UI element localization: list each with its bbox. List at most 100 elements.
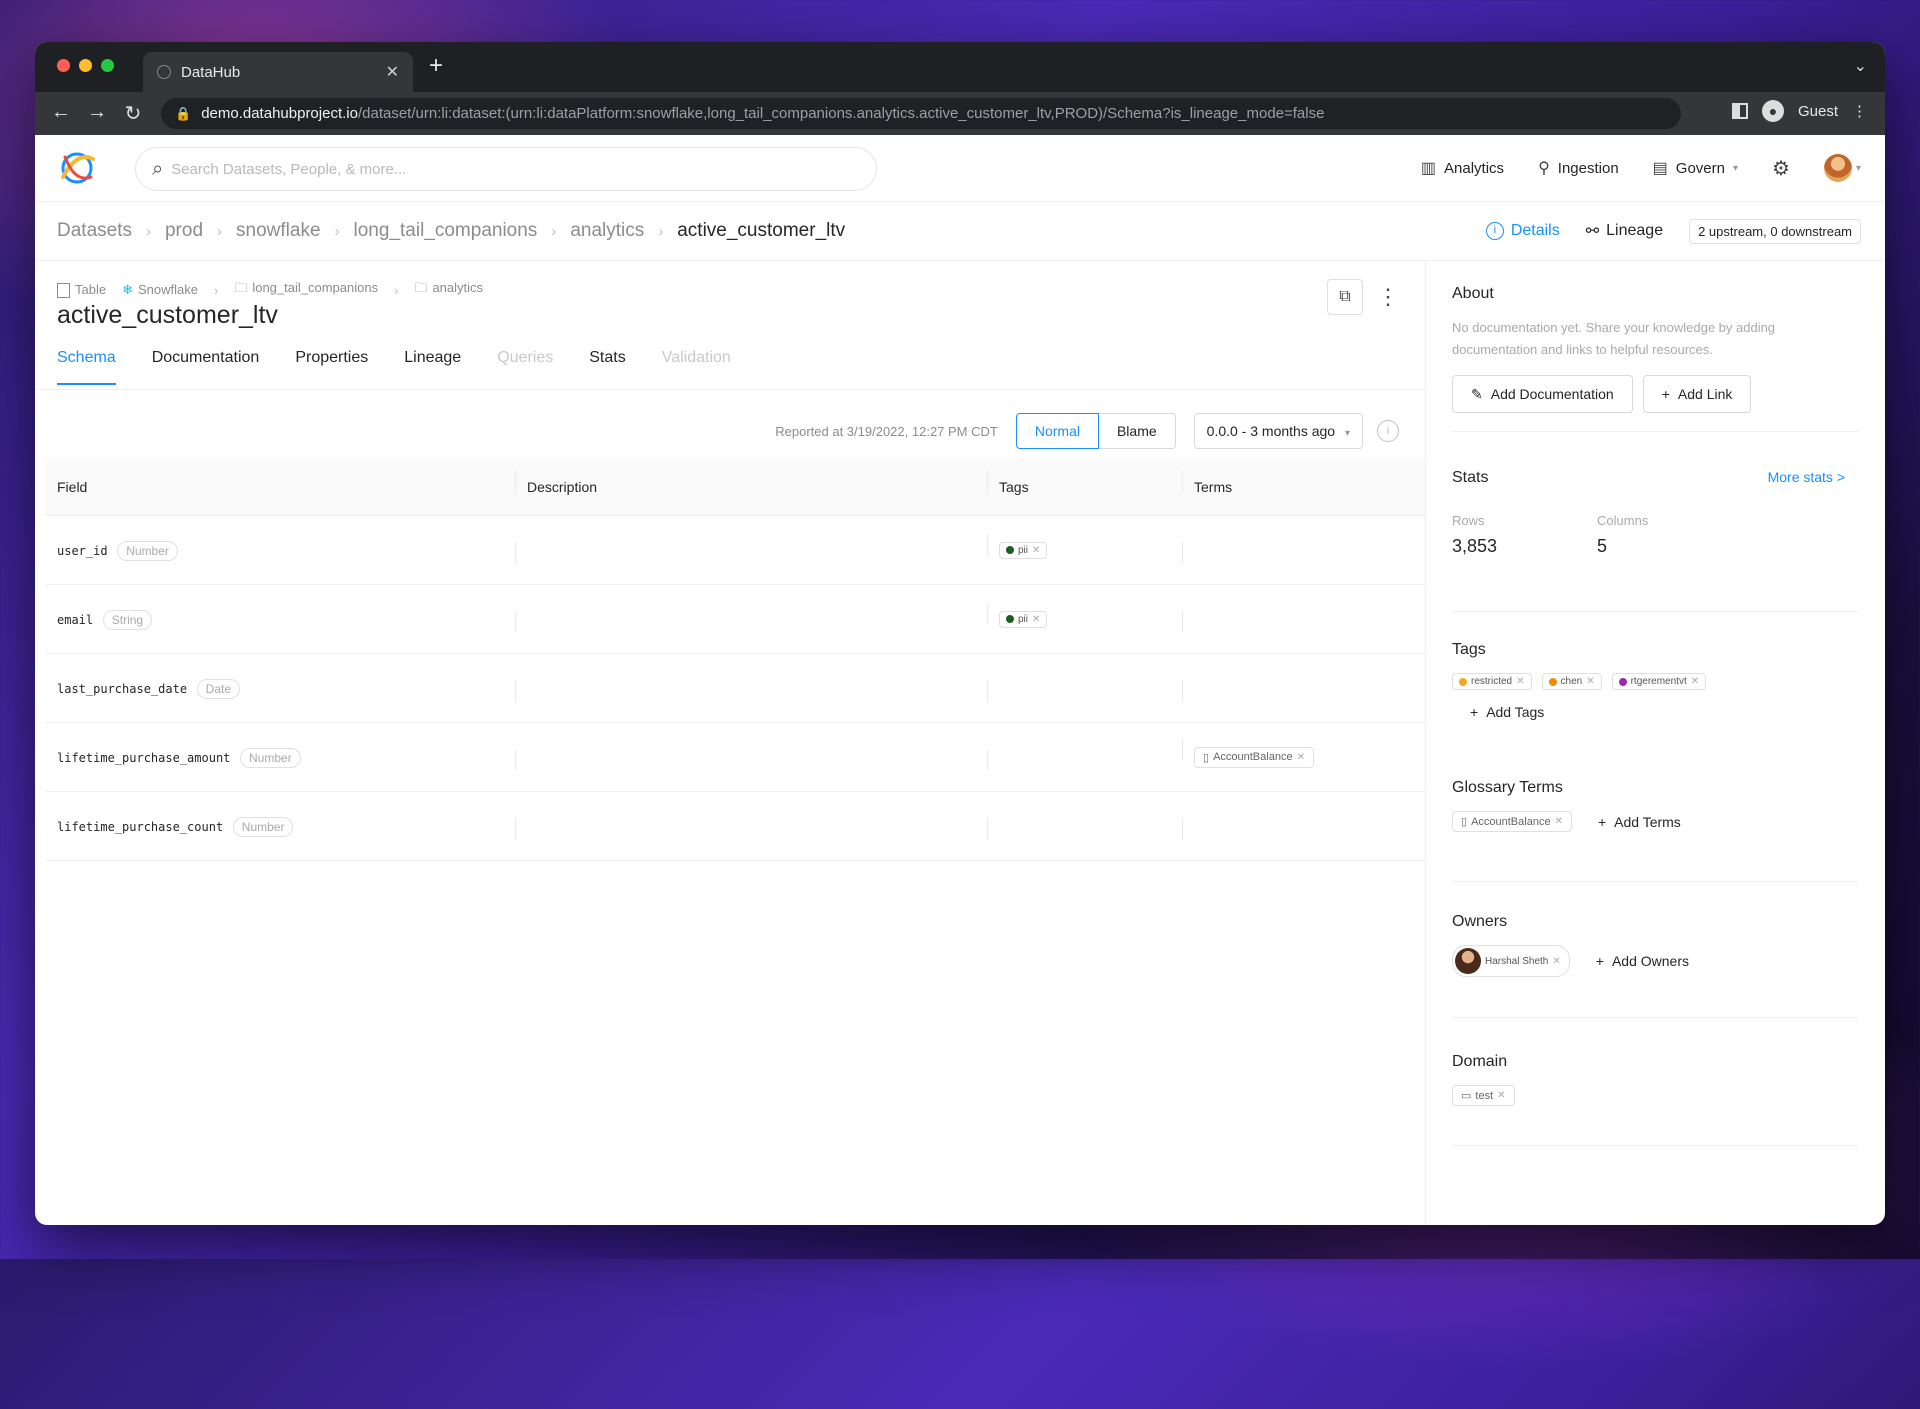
new-tab-icon[interactable]: + — [429, 52, 443, 80]
tab-queries: Queries — [497, 349, 554, 366]
tab-documentation[interactable]: Documentation — [152, 349, 260, 385]
add-terms-button[interactable]: + Add Terms — [1598, 814, 1681, 830]
profile-icon[interactable]: ● — [1761, 100, 1784, 122]
columns-value: 5 — [1597, 536, 1608, 556]
tag-chen[interactable]: chen ✕ — [1541, 673, 1602, 690]
tab-menu-chevron-icon[interactable]: ⌄ — [1854, 56, 1867, 76]
term-accountbalance[interactable]: ▯ AccountBalance ✕ — [1452, 811, 1572, 832]
field-name: user_id — [57, 543, 108, 558]
tag-pii[interactable]: pii ✕ — [999, 610, 1048, 628]
close-icon[interactable]: ✕ — [1586, 676, 1594, 687]
lineage-toggle[interactable]: ⚯ Lineage — [1586, 221, 1663, 241]
close-icon[interactable]: ✕ — [1032, 614, 1040, 625]
header-field[interactable]: Field — [45, 479, 515, 495]
breadcrumb-prod[interactable]: prod — [165, 220, 203, 242]
more-stats-link[interactable]: More stats > — [1768, 469, 1845, 485]
datahub-logo-icon[interactable] — [55, 147, 99, 189]
breadcrumb-schema[interactable]: analytics — [570, 220, 644, 242]
term-accountbalance[interactable]: ▯ AccountBalance ✕ — [1194, 746, 1314, 768]
snowflake-icon: ❄ — [122, 282, 133, 297]
tag-color-dot — [1006, 615, 1014, 623]
copy-urn-button[interactable]: ⧉ — [1327, 279, 1363, 315]
close-window-button[interactable] — [57, 59, 70, 72]
add-owners-button[interactable]: + Add Owners — [1596, 953, 1689, 969]
tag-pii[interactable]: pii ✕ — [999, 541, 1048, 559]
url-field[interactable]: 🔒 demo.datahubproject.io /dataset/urn:li… — [161, 98, 1681, 129]
table-row[interactable]: lifetime_purchase_count Number — [45, 792, 1425, 861]
reload-icon[interactable]: ↻ — [115, 101, 151, 126]
close-icon[interactable]: ✕ — [1516, 676, 1524, 687]
tag-restricted[interactable]: restricted ✕ — [1452, 673, 1532, 690]
browser-menu-icon[interactable]: ⋮ — [1852, 102, 1867, 120]
folder-icon: 🗀 — [234, 280, 248, 295]
tag-rtgerementvt[interactable]: rtgerementvt ✕ — [1611, 673, 1707, 690]
close-icon[interactable]: ✕ — [1691, 676, 1699, 687]
document-icon: ▤ — [1652, 160, 1668, 177]
close-icon[interactable]: ✕ — [1552, 956, 1560, 967]
details-sidebar: About No documentation yet. Share your k… — [1425, 259, 1885, 1225]
tag-color-dot — [1006, 546, 1014, 554]
schema-table: Field Description Tags Terms user_id Num… — [45, 459, 1425, 861]
field-name: last_purchase_date — [57, 681, 188, 696]
tab-close-icon[interactable]: ✕ — [386, 62, 399, 82]
table-row[interactable]: email String pii ✕ — [45, 585, 1425, 654]
search-input[interactable]: ⌕ Search Datasets, People, & more... — [135, 147, 877, 191]
blame-button[interactable]: Blame — [1098, 413, 1176, 449]
add-link-button[interactable]: + Add Link — [1642, 375, 1752, 413]
tab-properties[interactable]: Properties — [295, 349, 368, 385]
meta-separator: › — [394, 282, 399, 298]
breadcrumb-snowflake[interactable]: snowflake — [236, 220, 321, 242]
owner-chip[interactable]: Harshal Sheth ✕ — [1452, 945, 1570, 977]
user-menu[interactable]: ▾ — [1823, 154, 1861, 182]
govern-dropdown[interactable]: ▤ Govern ▾ — [1653, 158, 1738, 178]
tab-schema[interactable]: Schema — [57, 349, 116, 385]
forward-arrow-icon[interactable]: → — [79, 101, 115, 126]
more-options-icon[interactable]: ⋮ — [1377, 284, 1399, 310]
tab-validation: Validation — [661, 349, 731, 366]
analytics-link[interactable]: ▥ Analytics — [1421, 158, 1504, 178]
add-tags-button[interactable]: + Add Tags — [1470, 704, 1544, 720]
table-icon — [57, 283, 70, 299]
gear-icon: ⚙ — [1772, 157, 1790, 180]
domain-label: test — [1475, 1089, 1494, 1102]
browser-tab[interactable]: DataHub ✕ — [143, 52, 413, 92]
header-tags[interactable]: Tags — [987, 471, 1182, 495]
domain-chip[interactable]: ▭ test ✕ — [1452, 1085, 1515, 1106]
window-controls — [57, 59, 114, 72]
details-toggle[interactable]: i Details — [1485, 222, 1560, 240]
breadcrumb-datasets[interactable]: Datasets — [57, 220, 132, 242]
header-terms[interactable]: Terms — [1182, 471, 1422, 495]
add-documentation-button[interactable]: ✎ Add Documentation — [1452, 375, 1633, 413]
database-link[interactable]: 🗀 long_tail_companions — [234, 279, 378, 301]
close-icon[interactable]: ✕ — [1297, 752, 1305, 763]
lineage-count-badge[interactable]: 2 upstream, 0 downstream — [1689, 218, 1861, 244]
type-badge: Number — [232, 816, 294, 837]
minimize-window-button[interactable] — [79, 59, 92, 72]
tags-section: Tags restricted ✕ chen ✕ rtgerementvt ✕ + Ad… — [1452, 641, 1859, 722]
version-select[interactable]: 0.0.0 - 3 months ago ▾ — [1193, 413, 1363, 449]
info-icon[interactable]: i — [1377, 420, 1399, 442]
close-icon[interactable]: ✕ — [1555, 816, 1563, 827]
settings-button[interactable]: ⚙ — [1772, 156, 1790, 181]
maximize-window-button[interactable] — [101, 59, 114, 72]
back-arrow-icon[interactable]: ← — [43, 101, 79, 126]
glossary-section: Glossary Terms ▯ AccountBalance ✕ + Add Ter… — [1452, 779, 1859, 832]
tab-stats[interactable]: Stats — [589, 349, 625, 385]
tab-lineage[interactable]: Lineage — [404, 349, 461, 385]
profile-label[interactable]: Guest — [1798, 103, 1838, 120]
side-panel-icon[interactable] — [1731, 103, 1748, 119]
field-name: lifetime_purchase_amount — [57, 750, 231, 765]
header-description[interactable]: Description — [515, 471, 987, 495]
close-icon[interactable]: ✕ — [1497, 1090, 1505, 1101]
table-row[interactable]: last_purchase_date Date — [45, 654, 1425, 723]
table-row[interactable]: user_id Number pii ✕ — [45, 516, 1425, 585]
platform-label: Snowflake — [137, 282, 198, 297]
schema-link[interactable]: 🗀 analytics — [414, 279, 483, 301]
main-content: Table ❄ Snowflake › 🗀 long_tail_companions… — [35, 259, 1425, 1225]
normal-button[interactable]: Normal — [1015, 413, 1099, 449]
platform-link[interactable]: ❄ Snowflake — [122, 282, 198, 298]
ingestion-link[interactable]: ⚲ Ingestion — [1538, 158, 1619, 178]
table-row[interactable]: lifetime_purchase_amount Number ▯ Account… — [45, 723, 1425, 792]
breadcrumb-database[interactable]: long_tail_companions — [354, 220, 538, 242]
close-icon[interactable]: ✕ — [1032, 545, 1040, 556]
